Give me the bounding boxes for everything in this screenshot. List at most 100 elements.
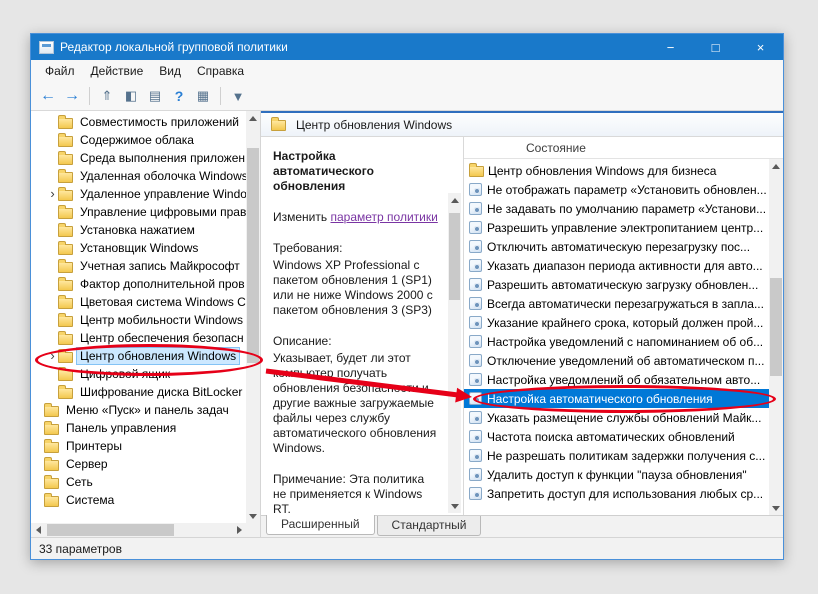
scroll-left-button[interactable] (31, 523, 45, 537)
scrollbar-thumb[interactable] (247, 148, 259, 364)
list-vertical-scrollbar[interactable] (769, 159, 783, 515)
tree-item-7[interactable]: Установщик Windows (31, 239, 246, 257)
tree-item-21[interactable]: Система (31, 491, 246, 509)
results-panel: Центр обновления Windows Настройка автом… (261, 111, 783, 537)
filter-icon[interactable]: ▼ (227, 85, 249, 107)
tab-standard[interactable]: Стандартный (376, 516, 482, 536)
minimize-button[interactable]: − (648, 34, 693, 60)
list-item-3[interactable]: Разрешить управление электропитанием цен… (464, 218, 769, 237)
properties-icon[interactable]: ▦ (192, 85, 214, 107)
chevron-right-icon[interactable]: › (47, 186, 58, 202)
chevron-right-icon[interactable]: › (47, 348, 58, 364)
tree-vertical-scrollbar[interactable] (246, 111, 260, 523)
list-item-8[interactable]: Указание крайнего срока, который должен … (464, 313, 769, 332)
tree-item-18[interactable]: Принтеры (31, 437, 246, 455)
tree-horizontal-scrollbar[interactable] (31, 523, 260, 537)
close-button[interactable]: × (738, 34, 783, 60)
folder-icon (58, 186, 73, 201)
list-item-0[interactable]: Центр обновления Windows для бизнеса (464, 161, 769, 180)
tree-item-20[interactable]: Сеть (31, 473, 246, 491)
scroll-down-button[interactable] (448, 499, 461, 513)
column-header-state[interactable]: Состояние (464, 137, 783, 159)
list-item-6[interactable]: Разрешить автоматическую загрузку обновл… (464, 275, 769, 294)
menu-action[interactable]: Действие (83, 62, 152, 80)
list-item-2[interactable]: Не задавать по умолчанию параметр «Устан… (464, 199, 769, 218)
policy-icon (469, 468, 482, 481)
tree-item-17[interactable]: Панель управления (31, 419, 246, 437)
list-item-13[interactable]: Указать размещение службы обновлений Май… (464, 408, 769, 427)
folder-icon (44, 474, 59, 489)
list-item-4[interactable]: Отключить автоматическую перезагрузку по… (464, 237, 769, 256)
list-item-14[interactable]: Частота поиска автоматических обновлений (464, 427, 769, 446)
scroll-up-icon (450, 197, 459, 203)
tree-item-3[interactable]: Удаленная оболочка Windows (31, 167, 246, 185)
tree-item-15[interactable]: Шифрование диска BitLocker (31, 383, 246, 401)
maximize-button[interactable]: □ (693, 34, 738, 60)
status-bar: 33 параметров (31, 537, 783, 559)
show-console-tree-icon[interactable]: ◧ (120, 85, 142, 107)
list-item-11[interactable]: Настройка уведомлений об обязательном ав… (464, 370, 769, 389)
scrollbar-track[interactable] (45, 523, 232, 537)
tree-item-9[interactable]: Фактор дополнительной пров (31, 275, 246, 293)
main-area: Совместимость приложений Содержимое облак… (31, 111, 783, 537)
back-icon[interactable]: ← (37, 85, 59, 107)
export-list-icon[interactable]: ▤ (144, 85, 166, 107)
tree-item-2[interactable]: Среда выполнения приложен (31, 149, 246, 167)
scrollbar-track[interactable] (448, 207, 461, 499)
scroll-up-button[interactable] (246, 111, 260, 125)
help-icon[interactable]: ? (168, 85, 190, 107)
toolbar-separator (89, 87, 90, 105)
tree-item-14[interactable]: Цифровой ящик (31, 365, 246, 383)
list-item-7[interactable]: Всегда автоматически перезагружаться в з… (464, 294, 769, 313)
tree-item-6[interactable]: Установка нажатием (31, 221, 246, 239)
tab-extended[interactable]: Расширенный (266, 515, 375, 535)
scroll-right-button[interactable] (232, 523, 246, 537)
policy-icon (469, 487, 482, 500)
scrollbar-track[interactable] (246, 125, 260, 509)
menu-view[interactable]: Вид (151, 62, 189, 80)
scroll-up-button[interactable] (769, 159, 783, 173)
list-item-16[interactable]: Удалить доступ к функции "пауза обновлен… (464, 465, 769, 484)
list-item-1[interactable]: Не отображать параметр «Установить обнов… (464, 180, 769, 199)
title-bar[interactable]: Редактор локальной групповой политики − … (31, 34, 783, 60)
tree-item-0[interactable]: Совместимость приложений (31, 113, 246, 131)
scrollbar-track[interactable] (769, 173, 783, 501)
tree-item-19[interactable]: Сервер (31, 455, 246, 473)
tree-item-4[interactable]: › Удаленное управление Windo (31, 185, 246, 203)
list-item-15[interactable]: Не разрешать политикам задержки получени… (464, 446, 769, 465)
scroll-down-button[interactable] (246, 509, 260, 523)
forward-icon[interactable]: → (61, 85, 83, 107)
list-item-9[interactable]: Настройка уведомлений с напоминанием об … (464, 332, 769, 351)
scroll-down-button[interactable] (769, 501, 783, 515)
tree-item-10[interactable]: Цветовая система Windows Co (31, 293, 246, 311)
edit-policy-link[interactable]: параметр политики (330, 210, 437, 224)
list-item-label: Настройка уведомлений об обязательном ав… (487, 372, 761, 387)
tree-item-5[interactable]: Управление цифровыми прав (31, 203, 246, 221)
description-scrollbar[interactable] (448, 193, 461, 513)
list-item-label: Удалить доступ к функции "пауза обновлен… (487, 467, 747, 482)
menu-file[interactable]: Файл (37, 62, 83, 80)
list-item-5[interactable]: Указать диапазон периода активности для … (464, 256, 769, 275)
tree-item-8[interactable]: Учетная запись Майкрософт (31, 257, 246, 275)
menu-help[interactable]: Справка (189, 62, 252, 80)
scroll-up-icon (772, 163, 780, 169)
policy-icon (469, 259, 482, 272)
tree-item-11[interactable]: Центр мобильности Windows (31, 311, 246, 329)
scrollbar-thumb[interactable] (770, 277, 782, 377)
up-one-level-icon[interactable]: ⇑ (96, 85, 118, 107)
scroll-up-button[interactable] (448, 193, 461, 207)
list-item-12[interactable]: Настройка автоматического обновления (464, 389, 769, 408)
list-item-17[interactable]: Запретить доступ для использования любых… (464, 484, 769, 503)
scrollbar-thumb[interactable] (449, 212, 460, 301)
scrollbar-thumb[interactable] (46, 524, 175, 536)
policy-icon (469, 202, 482, 215)
tree-item-label: Принтеры (66, 439, 122, 453)
tree-item-16[interactable]: Меню «Пуск» и панель задач (31, 401, 246, 419)
tree-item-label: Центр мобильности Windows (80, 313, 243, 327)
list-item-10[interactable]: Отключение уведомлений об автоматическом… (464, 351, 769, 370)
folder-icon (58, 366, 73, 381)
tree-item-1[interactable]: Содержимое облака (31, 131, 246, 149)
folder-icon (58, 384, 73, 399)
tree-item-12[interactable]: Центр обеспечения безопасн (31, 329, 246, 347)
tree-item-13[interactable]: › Центр обновления Windows (31, 347, 246, 365)
